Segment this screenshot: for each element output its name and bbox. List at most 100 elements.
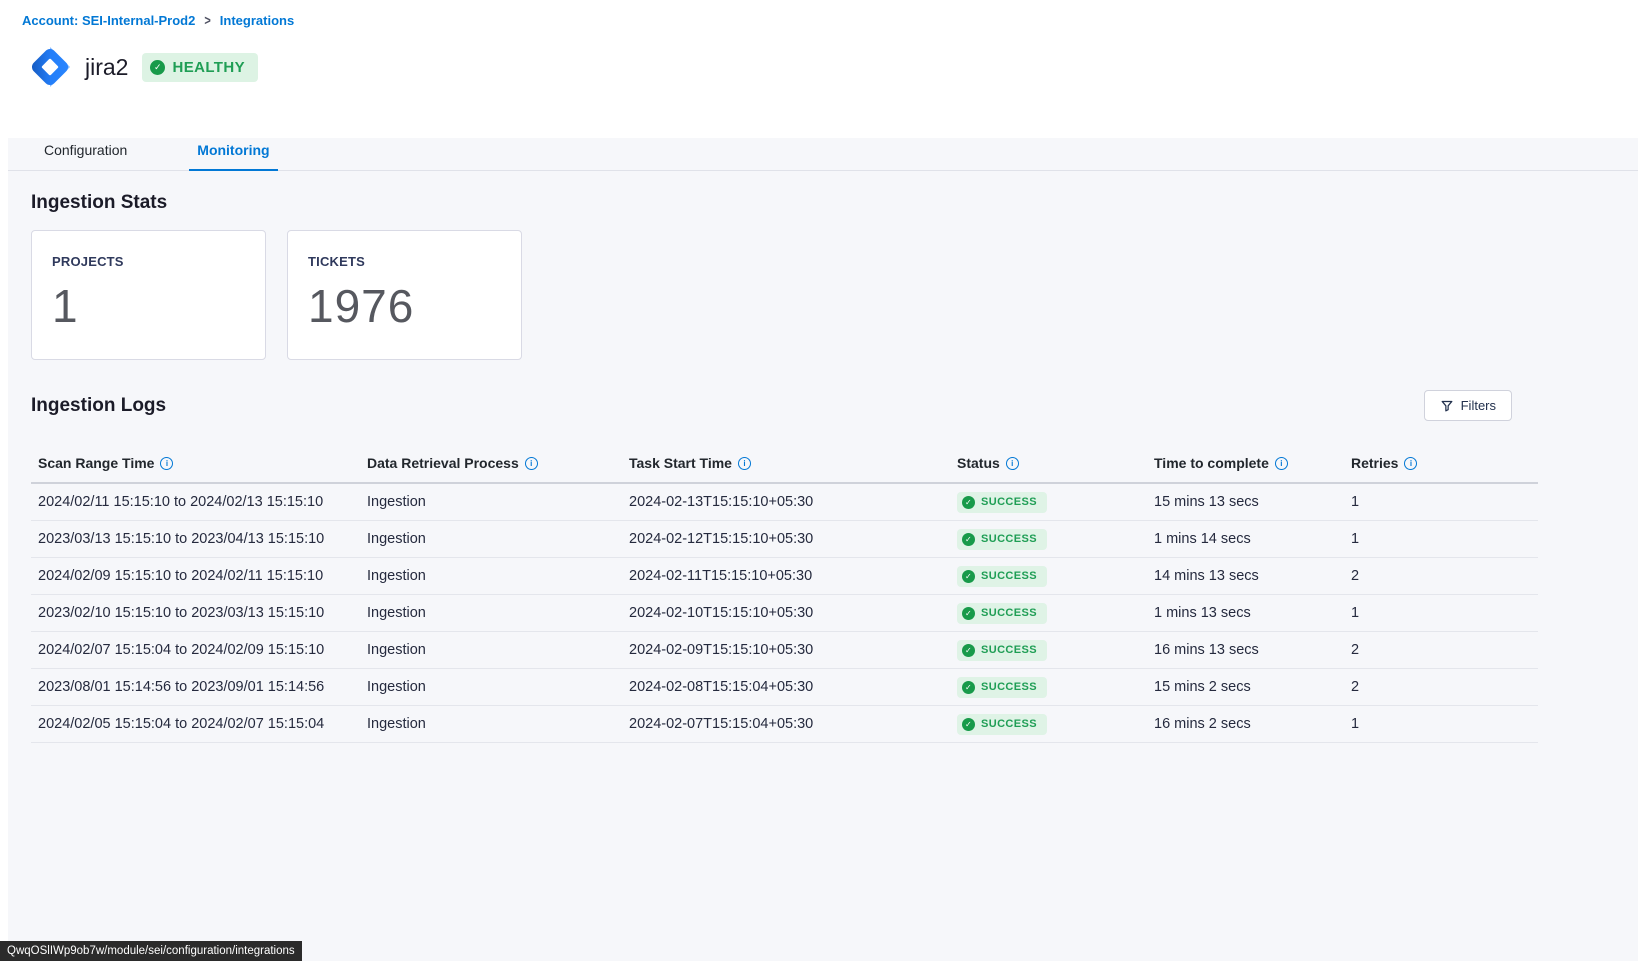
integration-name: jira2	[85, 54, 128, 81]
status-badge: ✓ SUCCESS	[957, 677, 1047, 698]
cell-time-to-complete: 15 mins 2 secs	[1147, 679, 1344, 695]
breadcrumb-account-link[interactable]: Account: SEI-Internal-Prod2	[22, 13, 195, 28]
cell-task-start: 2024-02-12T15:15:10+05:30	[622, 531, 950, 547]
main-panel: Configuration Monitoring Ingestion Stats…	[8, 138, 1638, 961]
status-badge: ✓ SUCCESS	[957, 714, 1047, 735]
filters-button-label: Filters	[1461, 398, 1496, 413]
cell-process: Ingestion	[360, 531, 622, 547]
integration-title-row: jira2 ✓ HEALTHY	[22, 39, 1638, 95]
cell-scan-range: 2024/02/05 15:15:04 to 2024/02/07 15:15:…	[31, 716, 360, 732]
column-header-retries: Retries i	[1344, 455, 1538, 471]
cell-scan-range: 2024/02/09 15:15:10 to 2024/02/11 15:15:…	[31, 568, 360, 584]
table-row[interactable]: 2024/02/07 15:15:04 to 2024/02/09 15:15:…	[31, 632, 1538, 669]
column-header-task-start: Task Start Time i	[622, 455, 950, 471]
breadcrumb-chevron-icon: >	[204, 13, 210, 28]
info-icon[interactable]: i	[1006, 457, 1019, 470]
cell-task-start: 2024-02-10T15:15:10+05:30	[622, 605, 950, 621]
success-check-icon: ✓	[962, 607, 975, 620]
success-check-icon: ✓	[962, 570, 975, 583]
cell-task-start: 2024-02-13T15:15:10+05:30	[622, 494, 950, 510]
info-icon[interactable]: i	[160, 457, 173, 470]
stat-value: 1	[52, 279, 245, 333]
cell-scan-range: 2023/03/13 15:15:10 to 2023/04/13 15:15:…	[31, 531, 360, 547]
cell-task-start: 2024-02-08T15:15:04+05:30	[622, 679, 950, 695]
cell-time-to-complete: 16 mins 13 secs	[1147, 642, 1344, 658]
table-row[interactable]: 2023/03/13 15:15:10 to 2023/04/13 15:15:…	[31, 521, 1538, 558]
cell-process: Ingestion	[360, 494, 622, 510]
status-badge: ✓ SUCCESS	[957, 566, 1047, 587]
stat-cards-row: PROJECTS 1 TICKETS 1976	[31, 230, 1638, 360]
cell-time-to-complete: 14 mins 13 secs	[1147, 568, 1344, 584]
cell-time-to-complete: 1 mins 14 secs	[1147, 531, 1344, 547]
table-row[interactable]: 2023/08/01 15:14:56 to 2023/09/01 15:14:…	[31, 669, 1538, 706]
success-check-icon: ✓	[962, 533, 975, 546]
status-badge: ✓ SUCCESS	[957, 603, 1047, 624]
status-label: SUCCESS	[981, 681, 1037, 693]
cell-status: ✓ SUCCESS	[950, 529, 1147, 550]
status-label: SUCCESS	[981, 607, 1037, 619]
ingestion-logs-header-row: Ingestion Logs Filters	[31, 390, 1512, 421]
filters-button[interactable]: Filters	[1424, 390, 1512, 421]
page-body: Configuration Monitoring Ingestion Stats…	[0, 138, 1638, 961]
filter-funnel-icon	[1440, 399, 1454, 413]
info-icon[interactable]: i	[1275, 457, 1288, 470]
breadcrumb-integrations-link[interactable]: Integrations	[220, 13, 294, 28]
success-check-icon: ✓	[962, 718, 975, 731]
health-status-badge: ✓ HEALTHY	[142, 53, 258, 82]
status-badge: ✓ SUCCESS	[957, 492, 1047, 513]
cell-status: ✓ SUCCESS	[950, 640, 1147, 661]
tab-configuration[interactable]: Configuration	[44, 142, 127, 171]
cell-retries: 2	[1344, 642, 1538, 658]
tab-bar: Configuration Monitoring	[8, 138, 1638, 171]
cell-retries: 2	[1344, 568, 1538, 584]
cell-scan-range: 2024/02/11 15:15:10 to 2024/02/13 15:15:…	[31, 494, 360, 510]
cell-task-start: 2024-02-07T15:15:04+05:30	[622, 716, 950, 732]
cell-process: Ingestion	[360, 605, 622, 621]
stat-card-projects: PROJECTS 1	[31, 230, 266, 360]
cell-process: Ingestion	[360, 568, 622, 584]
table-body: 2024/02/11 15:15:10 to 2024/02/13 15:15:…	[31, 484, 1538, 743]
health-status-label: HEALTHY	[172, 59, 245, 76]
status-label: SUCCESS	[981, 570, 1037, 582]
status-badge: ✓ SUCCESS	[957, 640, 1047, 661]
table-row[interactable]: 2024/02/05 15:15:04 to 2024/02/07 15:15:…	[31, 706, 1538, 743]
status-label: SUCCESS	[981, 718, 1037, 730]
table-row[interactable]: 2024/02/09 15:15:10 to 2024/02/11 15:15:…	[31, 558, 1538, 595]
cell-scan-range: 2023/02/10 15:15:10 to 2023/03/13 15:15:…	[31, 605, 360, 621]
cell-process: Ingestion	[360, 716, 622, 732]
tab-monitoring[interactable]: Monitoring	[189, 142, 277, 171]
status-label: SUCCESS	[981, 644, 1037, 656]
cell-status: ✓ SUCCESS	[950, 677, 1147, 698]
breadcrumb: Account: SEI-Internal-Prod2 > Integratio…	[22, 13, 1638, 28]
table-header-row: Scan Range Time i Data Retrieval Process…	[31, 441, 1538, 484]
table-row[interactable]: 2024/02/11 15:15:10 to 2024/02/13 15:15:…	[31, 484, 1538, 521]
status-label: SUCCESS	[981, 533, 1037, 545]
cell-task-start: 2024-02-09T15:15:10+05:30	[622, 642, 950, 658]
column-header-time-to-complete: Time to complete i	[1147, 455, 1344, 471]
info-icon[interactable]: i	[1404, 457, 1417, 470]
stat-label: TICKETS	[308, 254, 501, 269]
ingestion-logs-heading: Ingestion Logs	[31, 395, 166, 417]
cell-scan-range: 2024/02/07 15:15:04 to 2024/02/09 15:15:…	[31, 642, 360, 658]
cell-task-start: 2024-02-11T15:15:10+05:30	[622, 568, 950, 584]
page-header: Account: SEI-Internal-Prod2 > Integratio…	[0, 0, 1638, 138]
success-check-icon: ✓	[962, 496, 975, 509]
info-icon[interactable]: i	[738, 457, 751, 470]
status-badge: ✓ SUCCESS	[957, 529, 1047, 550]
stat-value: 1976	[308, 279, 501, 333]
cell-retries: 1	[1344, 716, 1538, 732]
success-check-icon: ✓	[962, 681, 975, 694]
health-check-icon: ✓	[150, 60, 165, 75]
cell-time-to-complete: 15 mins 13 secs	[1147, 494, 1344, 510]
cell-retries: 1	[1344, 605, 1538, 621]
info-icon[interactable]: i	[525, 457, 538, 470]
cell-retries: 2	[1344, 679, 1538, 695]
cell-status: ✓ SUCCESS	[950, 492, 1147, 513]
table-row[interactable]: 2023/02/10 15:15:10 to 2023/03/13 15:15:…	[31, 595, 1538, 632]
stat-label: PROJECTS	[52, 254, 245, 269]
status-label: SUCCESS	[981, 496, 1037, 508]
cell-status: ✓ SUCCESS	[950, 603, 1147, 624]
cell-process: Ingestion	[360, 642, 622, 658]
ingestion-stats-heading: Ingestion Stats	[31, 192, 1638, 214]
jira-logo-icon	[22, 39, 78, 95]
